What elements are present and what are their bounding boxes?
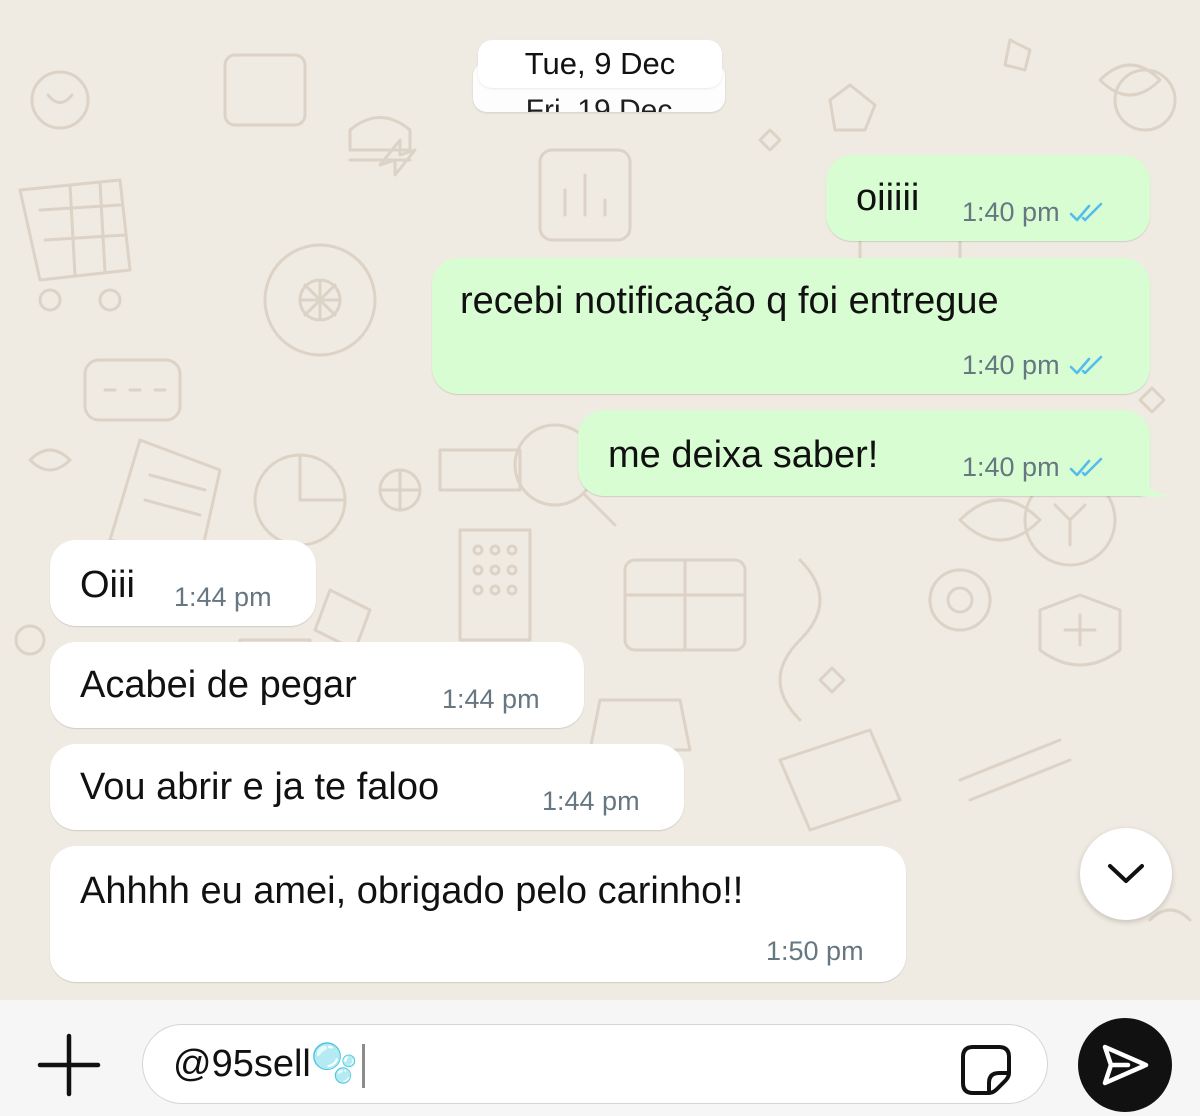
message-time: 1:50 pm (766, 936, 864, 966)
message-input-text: @95sell🫧 (173, 1041, 366, 1088)
message-text: oiiiii (856, 177, 920, 219)
message-input[interactable]: @95sell🫧 (142, 1024, 1048, 1104)
message-time: 1:40 pm (962, 350, 1060, 380)
message-bubble-incoming[interactable]: Acabei de pegar 1:44 pm (50, 642, 584, 728)
message-time: 1:44 pm (442, 684, 540, 714)
message-text: Oiii (80, 564, 135, 606)
double-check-icon (1069, 355, 1102, 374)
plus-icon[interactable] (36, 1032, 102, 1098)
message-meta: 1:44 pm (542, 786, 640, 817)
message-time: 1:44 pm (542, 786, 640, 816)
date-separator-behind-label: Fri, 19 Dec (525, 94, 673, 113)
chevron-down-icon (1108, 864, 1144, 883)
message-bubble-outgoing[interactable]: me deixa saber! 1:40 pm (578, 410, 1150, 496)
double-check-icon (1069, 202, 1102, 221)
message-meta: 1:40 pm (962, 452, 1106, 483)
message-input-value: @95sell🫧 (173, 1043, 359, 1085)
send-button[interactable] (1078, 1018, 1172, 1112)
message-bubble-incoming[interactable]: Ahhhh eu amei, obrigado pelo carinho!! 1… (50, 846, 906, 982)
date-separator: Tue, 9 Dec (478, 40, 722, 88)
scroll-to-bottom-button[interactable] (1080, 828, 1172, 920)
message-bubble-incoming[interactable]: Vou abrir e ja te faloo 1:44 pm (50, 744, 684, 830)
sticker-icon[interactable] (959, 1043, 1013, 1097)
double-check-icon (1069, 457, 1102, 476)
message-meta: 1:50 pm (766, 936, 864, 967)
message-bubble-outgoing[interactable]: recebi notificação q foi entregue 1:40 p… (432, 258, 1150, 394)
message-text: recebi notificação q foi entregue (460, 280, 999, 322)
message-text: Acabei de pegar (80, 664, 357, 706)
message-time: 1:44 pm (174, 582, 272, 612)
message-bubble-incoming[interactable]: Oiii 1:44 pm (50, 540, 316, 626)
message-meta: 1:44 pm (442, 684, 540, 715)
message-bubble-outgoing[interactable]: oiiiii 1:40 pm (826, 155, 1150, 241)
text-caret (362, 1043, 366, 1088)
message-time: 1:40 pm (962, 197, 1060, 227)
message-text: Vou abrir e ja te faloo (80, 766, 440, 808)
send-icon (1102, 1044, 1149, 1086)
message-text: Ahhhh eu amei, obrigado pelo carinho!! (80, 870, 744, 912)
bubble-tail (1140, 470, 1170, 497)
message-text: me deixa saber! (608, 434, 879, 476)
message-meta: 1:40 pm (962, 197, 1106, 228)
message-time: 1:40 pm (962, 452, 1060, 482)
message-meta: 1:44 pm (174, 582, 272, 613)
message-meta: 1:40 pm (962, 350, 1106, 381)
